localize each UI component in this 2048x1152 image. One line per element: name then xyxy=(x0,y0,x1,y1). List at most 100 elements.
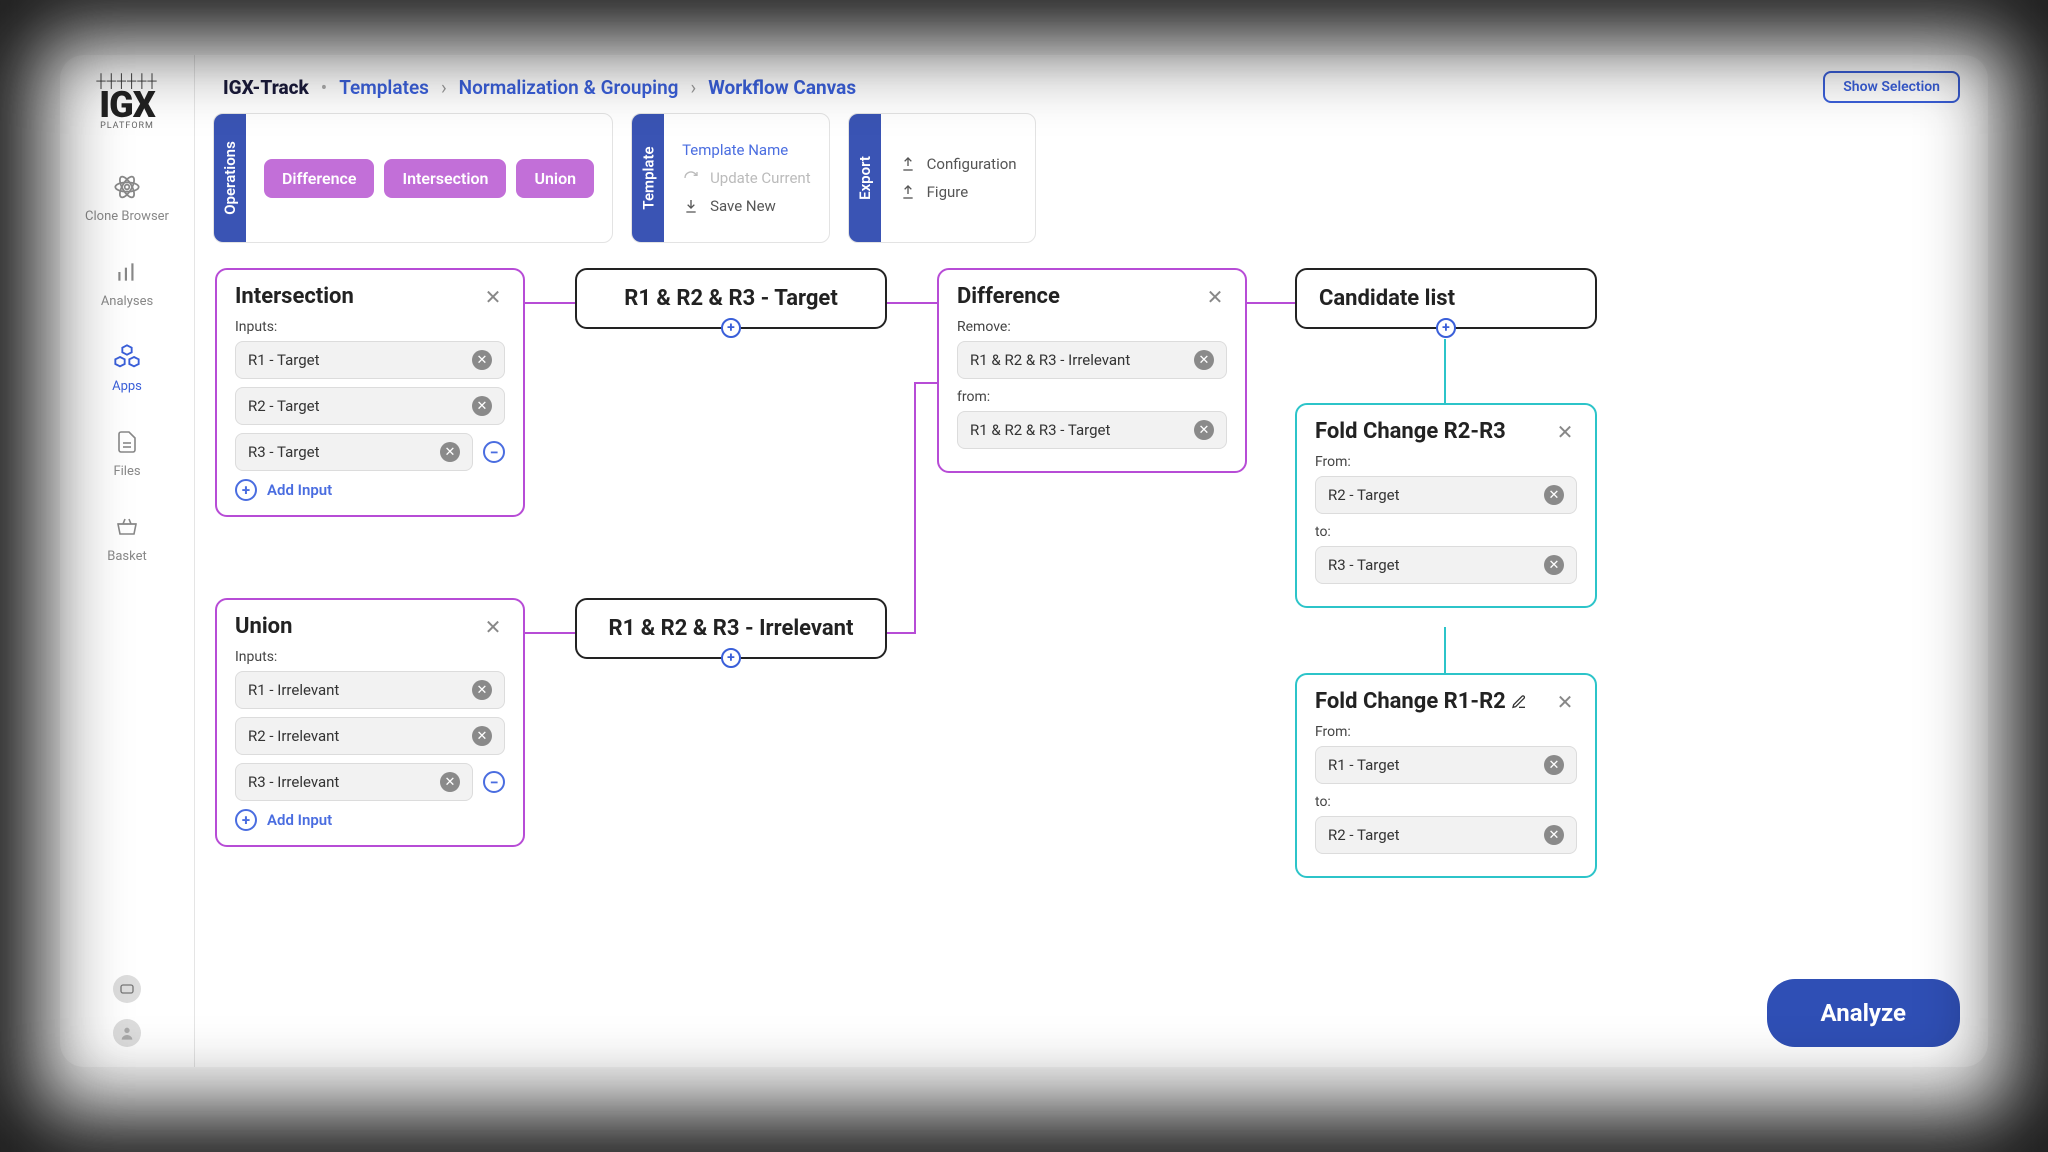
remove-icon[interactable]: ✕ xyxy=(472,350,492,370)
nav-label: Clone Browser xyxy=(85,209,169,224)
remove-icon[interactable]: ✕ xyxy=(1544,755,1564,775)
intersection-node[interactable]: Intersection ✕ Inputs: R1 - Target✕ R2 -… xyxy=(215,268,525,517)
input-chip[interactable]: R1 & R2 & R3 - Irrelevant✕ xyxy=(957,341,1227,379)
template-tab: Template xyxy=(632,114,664,242)
export-config[interactable]: Configuration xyxy=(899,155,1017,173)
fold-change-r2r3-node[interactable]: Fold Change R2-R3 ✕ From: R2 - Target✕ t… xyxy=(1295,403,1597,608)
remove-icon[interactable]: ✕ xyxy=(1544,825,1564,845)
close-icon[interactable]: ✕ xyxy=(1553,690,1577,714)
close-icon[interactable]: ✕ xyxy=(1553,420,1577,444)
template-name-link[interactable]: Template Name xyxy=(682,141,811,159)
from-label: From: xyxy=(1315,454,1577,470)
nav-clone-browser[interactable]: Clone Browser xyxy=(85,171,169,224)
operations-tab: Operations xyxy=(214,114,246,242)
nav-apps[interactable]: Apps xyxy=(111,341,143,394)
logo-subtext: PLATFORM xyxy=(96,121,157,131)
chevron-right-icon: › xyxy=(441,76,447,99)
nav-label: Analyses xyxy=(101,294,153,309)
remove-icon[interactable]: ✕ xyxy=(472,680,492,700)
toolbar: Operations Difference Intersection Union… xyxy=(195,113,1988,253)
remove-label: Remove: xyxy=(957,319,1227,335)
topbar: IGX-Track • Templates › Normalization & … xyxy=(195,55,1988,113)
nav-label: Files xyxy=(113,464,140,479)
difference-node[interactable]: Difference ✕ Remove: R1 & R2 & R3 - Irre… xyxy=(937,268,1247,473)
node-title: Fold Change R1-R2 xyxy=(1315,689,1528,714)
input-chip[interactable]: R2 - Target✕ xyxy=(1315,816,1577,854)
chat-icon[interactable] xyxy=(113,975,141,1003)
input-chip[interactable]: R3 - Irrelevant✕ xyxy=(235,763,473,801)
node-title: Fold Change R2-R3 xyxy=(1315,419,1506,444)
user-avatar[interactable] xyxy=(113,1019,141,1047)
logo-text: IGX xyxy=(96,89,157,121)
analyze-button[interactable]: Analyze xyxy=(1767,979,1960,1047)
export-figure[interactable]: Figure xyxy=(899,183,1017,201)
add-port-icon[interactable]: + xyxy=(721,648,741,668)
from-label: From: xyxy=(1315,724,1577,740)
breadcrumb-current: Workflow Canvas xyxy=(708,76,856,99)
input-chip[interactable]: R1 & R2 & R3 - Target✕ xyxy=(957,411,1227,449)
nav-analyses[interactable]: Analyses xyxy=(101,256,153,309)
remove-icon[interactable]: ✕ xyxy=(440,442,460,462)
close-icon[interactable]: ✕ xyxy=(481,285,505,309)
file-icon xyxy=(111,426,143,458)
breadcrumb-norm[interactable]: Normalization & Grouping xyxy=(459,76,679,99)
remove-icon[interactable]: ✕ xyxy=(472,396,492,416)
nav-basket[interactable]: Basket xyxy=(107,511,147,564)
inputs-label: Inputs: xyxy=(235,319,505,335)
refresh-icon xyxy=(682,169,700,187)
from-label: from: xyxy=(957,389,1227,405)
add-port-icon[interactable]: + xyxy=(721,318,741,338)
add-input-button[interactable]: +Add Input xyxy=(235,809,505,831)
fold-change-r1r2-node[interactable]: Fold Change R1-R2 ✕ From: R1 - Target✕ t… xyxy=(1295,673,1597,878)
input-chip[interactable]: R3 - Target✕ xyxy=(235,433,473,471)
input-chip[interactable]: R1 - Target✕ xyxy=(235,341,505,379)
close-icon[interactable]: ✕ xyxy=(481,615,505,639)
remove-input-icon[interactable]: − xyxy=(483,771,505,793)
input-chip[interactable]: R2 - Target✕ xyxy=(1315,476,1577,514)
node-title: Intersection xyxy=(235,284,354,309)
result-target-node[interactable]: R1 & R2 & R3 - Target + xyxy=(575,268,887,329)
upload-icon xyxy=(899,155,917,173)
add-port-icon[interactable]: + xyxy=(1436,318,1456,338)
main-area: IGX-Track • Templates › Normalization & … xyxy=(195,55,1988,1067)
plus-icon: + xyxy=(235,809,257,831)
union-node[interactable]: Union ✕ Inputs: R1 - Irrelevant✕ R2 - Ir… xyxy=(215,598,525,847)
remove-input-icon[interactable]: − xyxy=(483,441,505,463)
remove-icon[interactable]: ✕ xyxy=(472,726,492,746)
op-intersection-button[interactable]: Intersection xyxy=(384,159,506,198)
close-icon[interactable]: ✕ xyxy=(1203,285,1227,309)
breadcrumb: IGX-Track • Templates › Normalization & … xyxy=(223,76,856,99)
op-difference-button[interactable]: Difference xyxy=(264,159,374,198)
template-update: Update Current xyxy=(682,169,811,187)
result-irrelevant-node[interactable]: R1 & R2 & R3 - Irrelevant + xyxy=(575,598,887,659)
basket-icon xyxy=(111,511,143,543)
remove-icon[interactable]: ✕ xyxy=(440,772,460,792)
input-chip[interactable]: R3 - Target✕ xyxy=(1315,546,1577,584)
breadcrumb-templates[interactable]: Templates xyxy=(339,76,429,99)
remove-icon[interactable]: ✕ xyxy=(1194,350,1214,370)
input-chip[interactable]: R1 - Target✕ xyxy=(1315,746,1577,784)
sidebar: ┼┼┼┼┼┼ IGX PLATFORM Clone Browser Analys… xyxy=(60,55,195,1067)
remove-icon[interactable]: ✕ xyxy=(1544,555,1564,575)
node-title: Difference xyxy=(957,284,1060,309)
remove-icon[interactable]: ✕ xyxy=(1194,420,1214,440)
add-input-button[interactable]: +Add Input xyxy=(235,479,505,501)
op-union-button[interactable]: Union xyxy=(516,159,594,198)
template-save-new[interactable]: Save New xyxy=(682,197,811,215)
input-chip[interactable]: R1 - Irrelevant✕ xyxy=(235,671,505,709)
input-chip[interactable]: R2 - Target✕ xyxy=(235,387,505,425)
cubes-icon xyxy=(111,341,143,373)
upload-icon xyxy=(899,183,917,201)
input-chip[interactable]: R2 - Irrelevant✕ xyxy=(235,717,505,755)
node-title: Union xyxy=(235,614,292,639)
remove-icon[interactable]: ✕ xyxy=(1544,485,1564,505)
save-icon xyxy=(682,197,700,215)
nav-label: Apps xyxy=(112,379,142,394)
atom-icon xyxy=(111,171,143,203)
nav-files[interactable]: Files xyxy=(111,426,143,479)
template-panel: Template Template Name Update Current Sa… xyxy=(631,113,830,243)
workflow-canvas[interactable]: Intersection ✕ Inputs: R1 - Target✕ R2 -… xyxy=(195,253,1988,1067)
show-selection-button[interactable]: Show Selection xyxy=(1823,71,1960,103)
candidate-list-node[interactable]: Candidate list + xyxy=(1295,268,1597,329)
app-window: ┼┼┼┼┼┼ IGX PLATFORM Clone Browser Analys… xyxy=(60,55,1988,1067)
